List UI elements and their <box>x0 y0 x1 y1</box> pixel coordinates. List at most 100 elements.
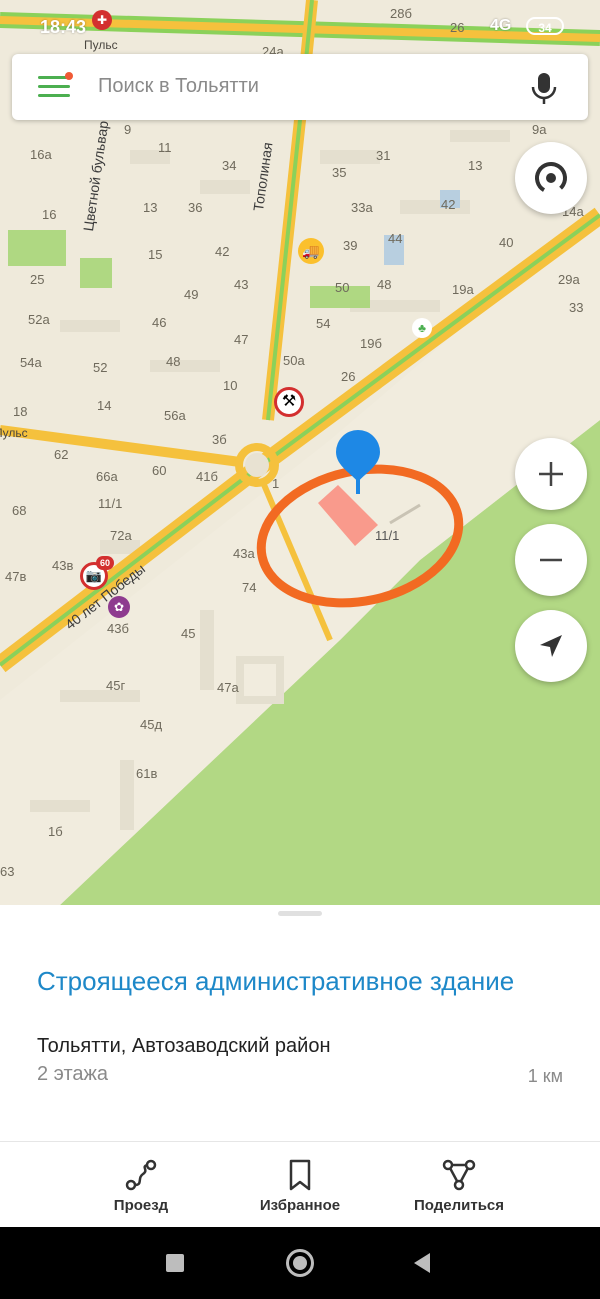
building-number: 1 <box>272 476 280 491</box>
building-number: 11/1 <box>98 496 123 511</box>
navigation-arrow-icon <box>540 635 562 657</box>
building-number: 19б <box>360 336 382 351</box>
building-number: 13 <box>143 200 158 215</box>
building-number: 11 <box>158 140 172 155</box>
route-icon <box>125 1159 157 1191</box>
minus-icon <box>540 558 562 562</box>
building-number: 46 <box>152 315 167 330</box>
building-number: 31 <box>376 148 391 163</box>
building-number: 35 <box>332 165 347 180</box>
bookmark-icon <box>289 1159 311 1191</box>
selected-building-label: 11/1 <box>375 528 400 543</box>
building-number: 45 <box>181 626 196 641</box>
battery-icon: 34 <box>526 17 564 35</box>
notification-dot <box>65 72 73 80</box>
building-number: 66а <box>96 469 118 484</box>
home-circle-icon[interactable] <box>286 1249 314 1277</box>
battery-level: 34 <box>538 21 552 35</box>
building-number: 42 <box>441 197 456 212</box>
microphone-icon[interactable] <box>529 71 559 105</box>
my-location-button[interactable] <box>515 610 587 682</box>
building-number: 52а <box>28 312 50 327</box>
speed-limit-badge: 60 <box>96 556 114 570</box>
tow-truck-icon[interactable]: 🚚 <box>298 238 324 264</box>
building-number: 47 <box>234 332 249 347</box>
building-number: 62 <box>54 447 69 462</box>
location-pin-icon[interactable] <box>336 430 380 490</box>
building-number: 74 <box>242 580 257 595</box>
building-number: 68 <box>12 503 27 518</box>
building-number: 10 <box>223 378 238 393</box>
share-label: Поделиться <box>413 1197 505 1214</box>
building-number: 49 <box>184 287 199 302</box>
place-card[interactable]: Строящееся административное здание Толья… <box>0 905 600 1141</box>
building-number: 39 <box>343 238 358 253</box>
building-number: 48 <box>377 277 392 292</box>
building-number: 1б <box>48 824 63 839</box>
building-number: 44 <box>388 231 403 246</box>
compass-icon <box>535 162 567 194</box>
building-number: 61в <box>136 766 158 781</box>
place-distance: 1 км <box>527 1066 563 1086</box>
building-number: 56а <box>164 408 186 423</box>
building-number: 15 <box>148 247 163 262</box>
building-number: 33а <box>351 200 373 215</box>
building-number: 50 <box>335 280 350 295</box>
status-time: 18:43 <box>40 17 87 37</box>
zoom-in-button[interactable] <box>515 438 587 510</box>
search-bar[interactable]: Поиск в Тольятти <box>12 54 588 120</box>
plus-icon <box>539 462 563 486</box>
building-number: 26 <box>341 369 356 384</box>
building-number: 43а <box>233 546 255 561</box>
building-number: 36 <box>188 200 203 215</box>
recents-square-icon[interactable] <box>166 1254 184 1272</box>
building-number: 43в <box>52 558 74 573</box>
compass-button[interactable] <box>515 142 587 214</box>
building-number: 43 <box>234 277 249 292</box>
building-number: 25 <box>30 272 45 287</box>
place-floors: 2 этажа <box>37 1063 109 1085</box>
favorites-button[interactable]: Избранное <box>225 1142 375 1228</box>
building-number: 54а <box>20 355 42 370</box>
building-number: 13 <box>468 158 483 173</box>
building-number: 50а <box>283 353 305 368</box>
map-canvas <box>0 0 600 905</box>
building-number: 14 <box>97 398 112 413</box>
drag-handle[interactable] <box>278 911 322 916</box>
system-nav-bar <box>0 1227 600 1299</box>
building-number: 63 <box>0 864 15 879</box>
zoom-out-button[interactable] <box>515 524 587 596</box>
building-number: 42 <box>215 244 230 259</box>
search-input[interactable]: Поиск в Тольятти <box>98 75 259 98</box>
network-type: 4G <box>490 17 512 34</box>
building-number: 18 <box>13 404 28 419</box>
favorites-label: Избранное <box>259 1197 341 1214</box>
flower-shop-icon[interactable]: ✿ <box>108 596 130 618</box>
map-view[interactable]: Тополиная Цветной бульвар 40 лет Победы … <box>0 0 600 905</box>
place-title: Строящееся административное здание <box>37 966 515 996</box>
building-number: 3б <box>212 432 227 447</box>
building-number: 40 <box>499 235 514 250</box>
building-number: 45д <box>140 717 163 732</box>
place-address: Тольятти, Автозаводский район <box>37 1035 331 1057</box>
building-number: 9а <box>532 122 547 137</box>
building-number: 45г <box>106 678 126 693</box>
building-number: 19а <box>452 282 474 297</box>
back-triangle-icon[interactable] <box>412 1252 432 1274</box>
building-number: 29а <box>558 272 580 287</box>
route-button[interactable]: Проезд <box>66 1142 216 1228</box>
share-icon <box>442 1159 476 1191</box>
building-number: 33 <box>569 300 584 315</box>
share-button[interactable]: Поделиться <box>384 1142 534 1228</box>
building-number: 34 <box>222 158 237 173</box>
building-number: 16а <box>30 147 52 162</box>
road-works-icon[interactable]: ⚒ <box>274 387 304 417</box>
building-number: 9 <box>124 122 132 137</box>
building-number: 47в <box>5 569 27 584</box>
tree-icon[interactable]: ♣ <box>412 318 432 338</box>
building-number: 72а <box>110 528 132 543</box>
poi-label-puls-2: Пульс <box>0 426 28 440</box>
action-bar: Проезд Избранное Поделиться <box>0 1141 600 1228</box>
status-bar: 18:43 4G 34 <box>0 0 600 50</box>
building-number: 16 <box>42 207 57 222</box>
